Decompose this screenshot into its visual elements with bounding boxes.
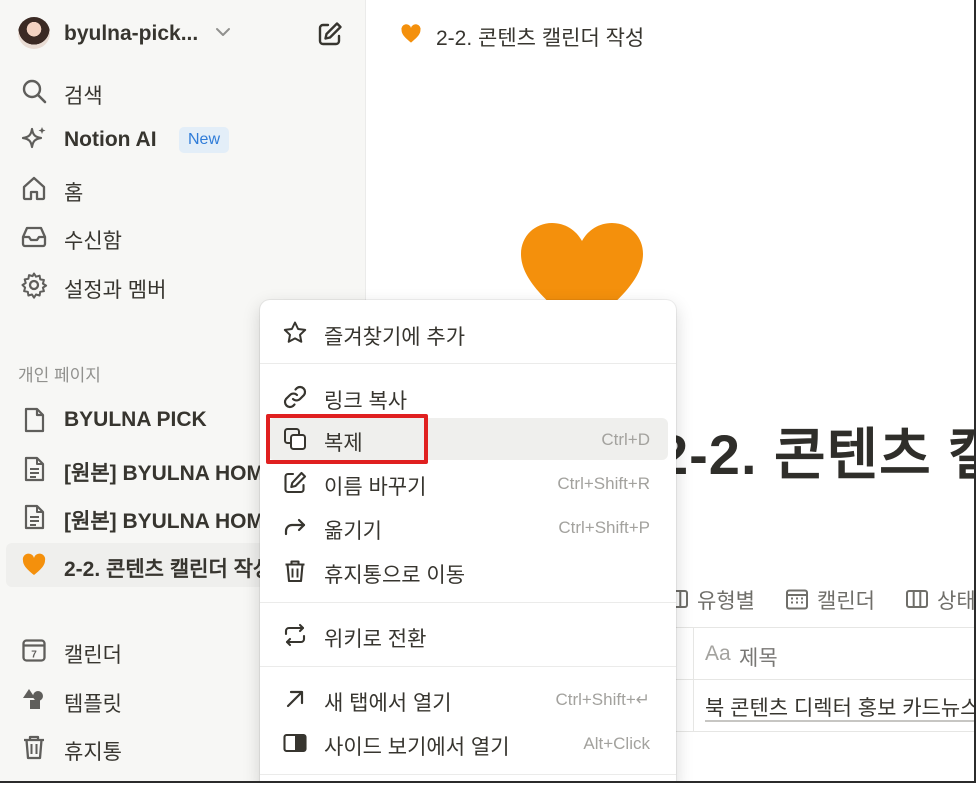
heart-icon — [22, 553, 46, 575]
sidebar-page-label: [원본] BYULNA HOME — [64, 462, 279, 485]
gear-icon — [21, 272, 48, 299]
menu-item-label: 링크 복사 — [324, 390, 408, 413]
menu-item-add-favorite[interactable]: 즐겨찾기에 추가 — [268, 312, 668, 354]
menu-item-convert-to-wiki[interactable]: 위키로 전환 — [268, 614, 668, 656]
menu-item-label: 즐겨찾기에 추가 — [324, 326, 466, 349]
sidebar-item-label: 검색 — [64, 85, 103, 108]
menu-item-label: 옮기기 — [324, 520, 382, 543]
menu-item-label: 이름 바꾸기 — [324, 476, 427, 499]
sidebar-item-inbox[interactable]: 수신함 — [18, 218, 358, 254]
menu-divider — [260, 666, 676, 667]
sidebar-item-notion-ai[interactable]: Notion AI New — [18, 121, 358, 157]
workspace-switcher[interactable]: byulna-pick... — [18, 16, 348, 50]
sidebar-item-home[interactable]: 홈 — [18, 170, 358, 206]
breadcrumb-label: 2-2. 콘텐츠 캘린더 작성 — [436, 27, 645, 50]
page-icon — [24, 407, 45, 433]
table-top-border — [657, 627, 974, 628]
calendar-icon: 7 — [22, 639, 46, 662]
search-icon — [22, 79, 47, 104]
sidebar-item-label: 템플릿 — [64, 693, 122, 716]
new-badge: New — [179, 127, 230, 153]
shapes-icon — [23, 689, 43, 709]
avatar — [18, 17, 50, 49]
menu-item-shortcut: Ctrl+Shift+R — [557, 474, 650, 493]
new-page-icon[interactable] — [316, 20, 344, 48]
context-menu: 즐겨찾기에 추가 링크 복사 복제 Ctrl+D 이름 바꾸기 Ctrl+Shi… — [260, 300, 676, 781]
trash-icon — [24, 735, 44, 760]
menu-divider — [260, 774, 676, 775]
menu-item-shortcut: Ctrl+Shift+P — [558, 518, 650, 537]
sidebar-item-label: 홈 — [64, 182, 84, 205]
menu-item-open-side-peek[interactable]: 사이드 보기에서 열기 Alt+Click — [268, 722, 668, 764]
board-icon — [906, 590, 928, 608]
menu-item-rename[interactable]: 이름 바꾸기 Ctrl+Shift+R — [268, 462, 668, 504]
menu-item-shortcut: Ctrl+Shift+↵ — [555, 690, 650, 709]
menu-item-label: 휴지통으로 이동 — [324, 564, 466, 587]
home-icon — [22, 176, 46, 201]
section-label-private: 개인 페이지 — [18, 366, 101, 385]
link-icon — [283, 385, 307, 409]
sidebar-item-label: 휴지통 — [64, 741, 122, 764]
arrow-up-right-icon — [286, 690, 304, 708]
chevron-down-icon — [216, 28, 230, 36]
menu-item-move[interactable]: 옮기기 Ctrl+Shift+P — [268, 506, 668, 548]
page-title[interactable]: 2-2. 콘텐츠 캘린더 작성 — [657, 410, 974, 491]
sidebar-item-label: 설정과 멤버 — [64, 279, 167, 302]
table-row[interactable]: 북 콘텐츠 디렉터 홍보 카드뉴스 — [705, 692, 974, 722]
calendar-view-icon — [786, 589, 808, 610]
text-property-icon: Aa — [705, 642, 731, 665]
menu-item-open-new-tab[interactable]: 새 탭에서 열기 Ctrl+Shift+↵ — [268, 678, 668, 720]
inbox-icon — [21, 226, 47, 248]
move-icon — [284, 518, 306, 536]
trash-icon — [285, 560, 305, 583]
menu-item-label: 새 탭에서 열기 — [324, 692, 452, 715]
sidebar-item-search[interactable]: 검색 — [18, 73, 358, 109]
menu-item-shortcut: Ctrl+D — [601, 430, 650, 449]
menu-item-label: 위키로 전환 — [324, 628, 427, 651]
convert-icon — [284, 623, 306, 647]
menu-item-label: 사이드 보기에서 열기 — [324, 736, 510, 759]
sidebar-page-label: 2-2. 콘텐츠 캘린더 작성 — [64, 558, 273, 581]
app-window: byulna-pick... 검색 Notion AI New 홈 수신함 설정… — [0, 0, 976, 783]
heart-icon — [401, 24, 421, 43]
rename-icon — [284, 471, 307, 494]
view-tab-label: 캘린더 — [817, 590, 875, 613]
side-peek-icon — [283, 733, 307, 753]
table-header-border — [657, 679, 974, 680]
sidebar-item-label: 캘린더 — [64, 644, 122, 667]
menu-item-shortcut: Alt+Click — [583, 734, 650, 753]
menu-divider — [260, 363, 676, 364]
sidebar-item-settings[interactable]: 설정과 멤버 — [18, 267, 358, 303]
sidebar-item-label: 수신함 — [64, 230, 122, 253]
view-tab-label: 상태별 — [937, 590, 976, 613]
view-tab-label: 유형별 — [697, 590, 755, 613]
sidebar-page-label: [원본] BYULNA HOME — [64, 510, 279, 533]
sidebar-page-label: BYULNA PICK — [64, 408, 207, 431]
workspace-name: byulna-pick... — [64, 22, 199, 45]
doc-icon — [24, 504, 45, 530]
menu-divider — [260, 602, 676, 603]
calendar-day-number: 7 — [31, 650, 37, 661]
sidebar-item-label: Notion AI — [64, 128, 157, 151]
menu-item-copy-link[interactable]: 링크 복사 — [268, 376, 668, 418]
menu-item-move-to-trash[interactable]: 휴지통으로 이동 — [268, 550, 668, 592]
star-icon — [283, 321, 307, 343]
duplicate-highlight-box — [266, 414, 428, 464]
sparkle-icon — [21, 127, 46, 149]
doc-icon — [24, 456, 45, 482]
table-row-border — [657, 731, 974, 732]
column-header-label: 제목 — [739, 647, 778, 670]
